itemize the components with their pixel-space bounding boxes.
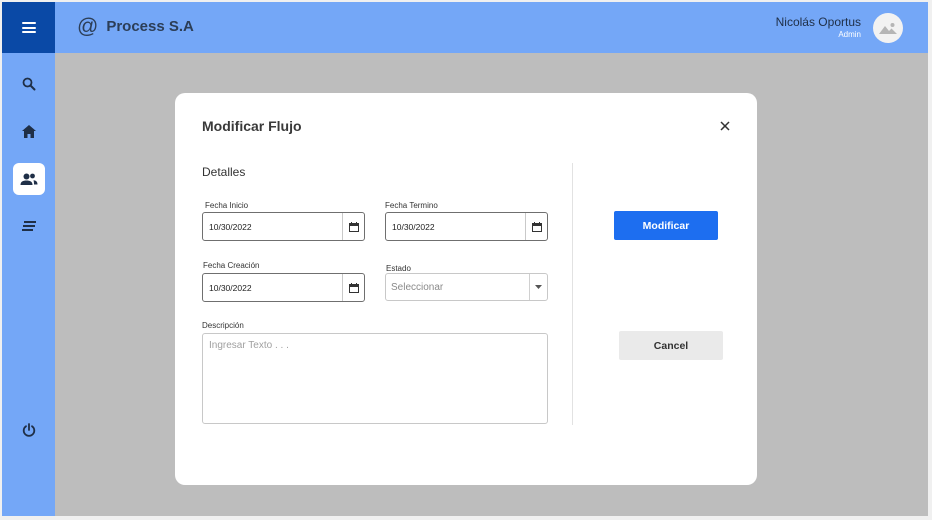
- calendar-icon: [531, 221, 542, 232]
- app-window: @ Process S.A Nicolás Oportus Admin Modi…: [2, 2, 928, 516]
- menu-button[interactable]: [2, 2, 55, 53]
- fecha-creacion-input[interactable]: 10/30/2022: [202, 273, 365, 302]
- descripcion-textarea[interactable]: [202, 333, 548, 424]
- user-name: Nicolás Oportus: [775, 15, 861, 29]
- sidebar-item-search[interactable]: [13, 68, 45, 100]
- fecha-inicio-input[interactable]: 10/30/2022: [202, 212, 365, 241]
- user-role: Admin: [838, 30, 861, 39]
- descripcion-label: Descripción: [202, 321, 244, 330]
- user-info: Nicolás Oportus Admin: [776, 15, 861, 39]
- fecha-creacion-value: 10/30/2022: [209, 283, 252, 293]
- fecha-inicio-value: 10/30/2022: [209, 222, 252, 232]
- fecha-termino-value: 10/30/2022: [392, 222, 435, 232]
- section-title: Detalles: [202, 165, 246, 179]
- chevron-down-icon: [529, 274, 547, 300]
- close-button[interactable]: [718, 119, 732, 133]
- sidebar-item-list[interactable]: [13, 210, 45, 242]
- sidebar-item-home[interactable]: [13, 115, 45, 147]
- calendar-icon: [348, 221, 359, 232]
- fecha-termino-label: Fecha Termino: [385, 201, 438, 210]
- modificar-button[interactable]: Modificar: [614, 211, 718, 240]
- cancel-button[interactable]: Cancel: [619, 331, 723, 360]
- estado-select[interactable]: Seleccionar: [385, 273, 548, 301]
- divider: [572, 163, 573, 425]
- power-icon: [22, 423, 36, 437]
- estado-label: Estado: [386, 264, 411, 273]
- modal-dialog: Modificar Flujo Detalles Fecha Inicio 10…: [175, 93, 757, 485]
- calendar-icon: [348, 282, 359, 293]
- list-icon: [22, 221, 36, 231]
- image-placeholder-icon: [879, 23, 897, 34]
- brand: @ Process S.A: [77, 16, 194, 37]
- fecha-termino-calendar-button[interactable]: [525, 213, 547, 240]
- fecha-creacion-label: Fecha Creación: [203, 261, 260, 270]
- home-icon: [22, 124, 36, 138]
- sidebar-item-logout[interactable]: [13, 414, 45, 446]
- close-icon: [720, 121, 730, 131]
- search-icon: [22, 77, 36, 91]
- brand-name: Process S.A: [106, 18, 194, 35]
- fecha-inicio-label: Fecha Inicio: [205, 201, 249, 210]
- sidebar: [2, 2, 55, 516]
- fecha-inicio-calendar-button[interactable]: [342, 213, 364, 240]
- hamburger-icon: [21, 22, 36, 33]
- header: @ Process S.A Nicolás Oportus Admin: [55, 2, 928, 53]
- fecha-creacion-calendar-button[interactable]: [342, 274, 364, 301]
- modal-title: Modificar Flujo: [202, 118, 302, 134]
- users-icon: [20, 173, 38, 185]
- fecha-termino-input[interactable]: 10/30/2022: [385, 212, 548, 241]
- sidebar-item-users[interactable]: [13, 163, 45, 195]
- avatar[interactable]: [873, 13, 903, 43]
- estado-placeholder: Seleccionar: [391, 282, 444, 293]
- brand-symbol: @: [77, 15, 99, 38]
